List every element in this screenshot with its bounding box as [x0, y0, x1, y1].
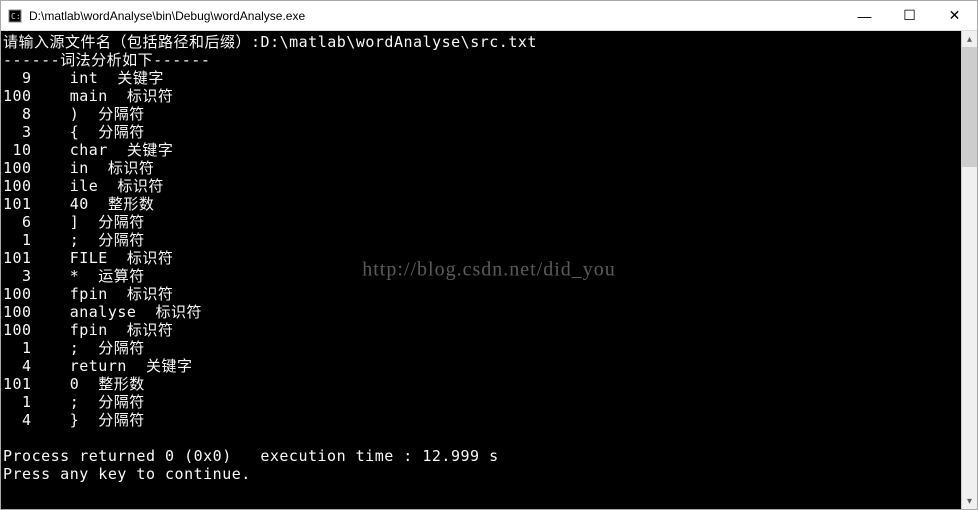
minimize-button[interactable]: — [842, 1, 887, 30]
window-controls: — ☐ ✕ [842, 1, 977, 30]
vertical-scrollbar[interactable]: ▴ ▾ [961, 31, 977, 509]
scroll-up-arrow[interactable]: ▴ [962, 31, 977, 47]
window-titlebar: C: D:\matlab\wordAnalyse\bin\Debug\wordA… [1, 1, 977, 31]
app-icon: C: [7, 8, 23, 24]
svg-text:C:: C: [11, 12, 21, 21]
close-button[interactable]: ✕ [932, 1, 977, 30]
scroll-down-arrow[interactable]: ▾ [962, 493, 977, 509]
window-title: D:\matlab\wordAnalyse\bin\Debug\wordAnal… [29, 9, 842, 23]
console-container: 请输入源文件名（包括路径和后缀）:D:\matlab\wordAnalyse\s… [1, 31, 977, 509]
maximize-button[interactable]: ☐ [887, 1, 932, 30]
scroll-thumb[interactable] [962, 47, 977, 167]
console-output[interactable]: 请输入源文件名（包括路径和后缀）:D:\matlab\wordAnalyse\s… [1, 31, 961, 509]
